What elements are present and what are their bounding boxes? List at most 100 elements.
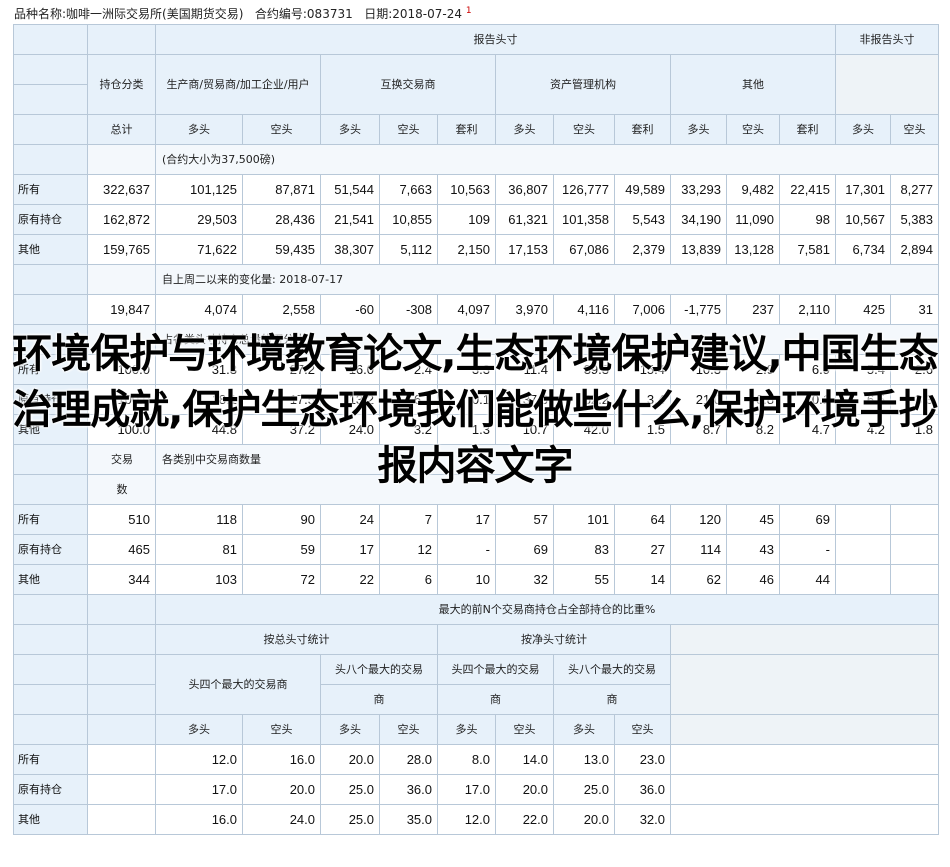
table-cell: 37.6: [495, 384, 554, 415]
table-cell: 1.5: [614, 414, 671, 445]
table-cell: 5,543: [614, 204, 671, 235]
table-cell: 9,482: [726, 174, 780, 205]
table-cell: 11.4: [495, 354, 554, 385]
row-label: 所有: [13, 744, 88, 775]
table-cell: 14.0: [495, 744, 554, 775]
table-cell: 13,128: [726, 234, 780, 265]
table-cell: 20.0: [553, 804, 615, 835]
blank-header: [87, 24, 156, 55]
table-cell: [835, 504, 891, 535]
managed-header: 资产管理机构: [495, 54, 671, 115]
long-header: 多头: [155, 714, 243, 745]
table-cell: 49,589: [614, 174, 671, 205]
table-cell: 7,006: [614, 294, 671, 325]
table-cell: 1.3: [437, 414, 496, 445]
table-cell: 6: [379, 564, 438, 595]
table-cell: 6.5: [835, 384, 891, 415]
table-cell: -60: [320, 294, 380, 325]
table-cell: 36.0: [379, 774, 438, 805]
swap-header: 互换交易商: [320, 54, 496, 115]
short-header: 空头: [495, 714, 554, 745]
table-cell: 10: [437, 564, 496, 595]
long-header: 多头: [320, 114, 380, 145]
top8-net-header: 头八个最大的交易: [553, 654, 671, 685]
table-cell: 2,379: [614, 234, 671, 265]
table-cell: 0.1: [779, 384, 836, 415]
table-cell: 100.0: [87, 354, 156, 385]
table-cell: 162,872: [87, 204, 156, 235]
top4-net-header: 头四个最大的交易: [437, 654, 554, 685]
table-cell: [87, 744, 156, 775]
table-cell: 100.0: [87, 414, 156, 445]
table-cell: 69: [779, 504, 836, 535]
table-cell: 16.0: [242, 744, 321, 775]
table-cell: 44: [779, 564, 836, 595]
table-cell: 237: [726, 294, 780, 325]
spread-header: 套利: [437, 114, 496, 145]
table-cell: [835, 534, 891, 565]
table-cell: 25.0: [553, 774, 615, 805]
spread-header: 套利: [779, 114, 836, 145]
footnote-marker[interactable]: 1: [466, 6, 472, 16]
table-cell: 12.0: [437, 804, 496, 835]
short-header: 空头: [242, 114, 321, 145]
table-cell: 5,383: [890, 204, 939, 235]
table-cell: 6.9: [779, 354, 836, 385]
blank-label: [13, 54, 88, 85]
table-cell: 6,734: [835, 234, 891, 265]
nonreportable-blank: [835, 54, 939, 115]
table-cell: -1,775: [670, 294, 727, 325]
reportable-header: 报告头寸: [155, 24, 836, 55]
table-cell: 16.0: [155, 804, 243, 835]
short-header: 空头: [614, 714, 671, 745]
table-cell: 55: [553, 564, 615, 595]
category-header: 持仓分类: [87, 54, 156, 115]
blank-label: [13, 294, 88, 325]
table-cell: 17: [437, 504, 496, 535]
table-cell: 3.4: [614, 384, 671, 415]
short-header: 空头: [890, 114, 939, 145]
table-cell: 425: [835, 294, 891, 325]
long-header: 多头: [670, 114, 727, 145]
table-cell: 83: [553, 534, 615, 565]
table-cell: 3.3: [437, 354, 496, 385]
row-label: 所有: [13, 354, 88, 385]
row-label: 原有持仓: [13, 774, 88, 805]
table-cell: 81: [155, 534, 243, 565]
table-cell: 19,847: [87, 294, 156, 325]
table-cell: 18.1: [155, 384, 243, 415]
blank-header: [87, 684, 156, 715]
table-cell: 8.2: [726, 414, 780, 445]
table-cell: 45: [726, 504, 780, 535]
table-cell: 44.8: [155, 414, 243, 445]
spread-header: 套利: [614, 114, 671, 145]
table-cell: 32.0: [614, 804, 671, 835]
traders-label-top: 交易: [87, 444, 156, 475]
table-cell: 2,558: [242, 294, 321, 325]
table-cell: 38,307: [320, 234, 380, 265]
table-cell: 12: [379, 534, 438, 565]
table-cell: 7,663: [379, 174, 438, 205]
top8-gross-header: 头八个最大的交易: [320, 654, 438, 685]
table-cell: 27.2: [242, 354, 321, 385]
table-cell: 33,293: [670, 174, 727, 205]
section-blank: [87, 264, 156, 295]
blank-header: [87, 624, 156, 655]
table-cell: 29,503: [155, 204, 243, 235]
row-label: 所有: [13, 174, 88, 205]
table-cell: 31: [890, 294, 939, 325]
traders-section-title: 各类别中交易商数量: [155, 444, 939, 475]
blank-label: [13, 684, 88, 715]
table-cell: -: [437, 534, 496, 565]
long-header: 多头: [835, 114, 891, 145]
table-cell: 4,097: [437, 294, 496, 325]
table-cell: 103: [155, 564, 243, 595]
table-cell: 72: [242, 564, 321, 595]
table-cell: 2,894: [890, 234, 939, 265]
report-date: 日期:2018-07-24: [364, 7, 462, 21]
table-cell: 62.2: [553, 384, 615, 415]
blank-header: [670, 654, 939, 715]
table-cell: 22,415: [779, 174, 836, 205]
table-cell: 36,807: [495, 174, 554, 205]
table-cell: 10.7: [495, 414, 554, 445]
